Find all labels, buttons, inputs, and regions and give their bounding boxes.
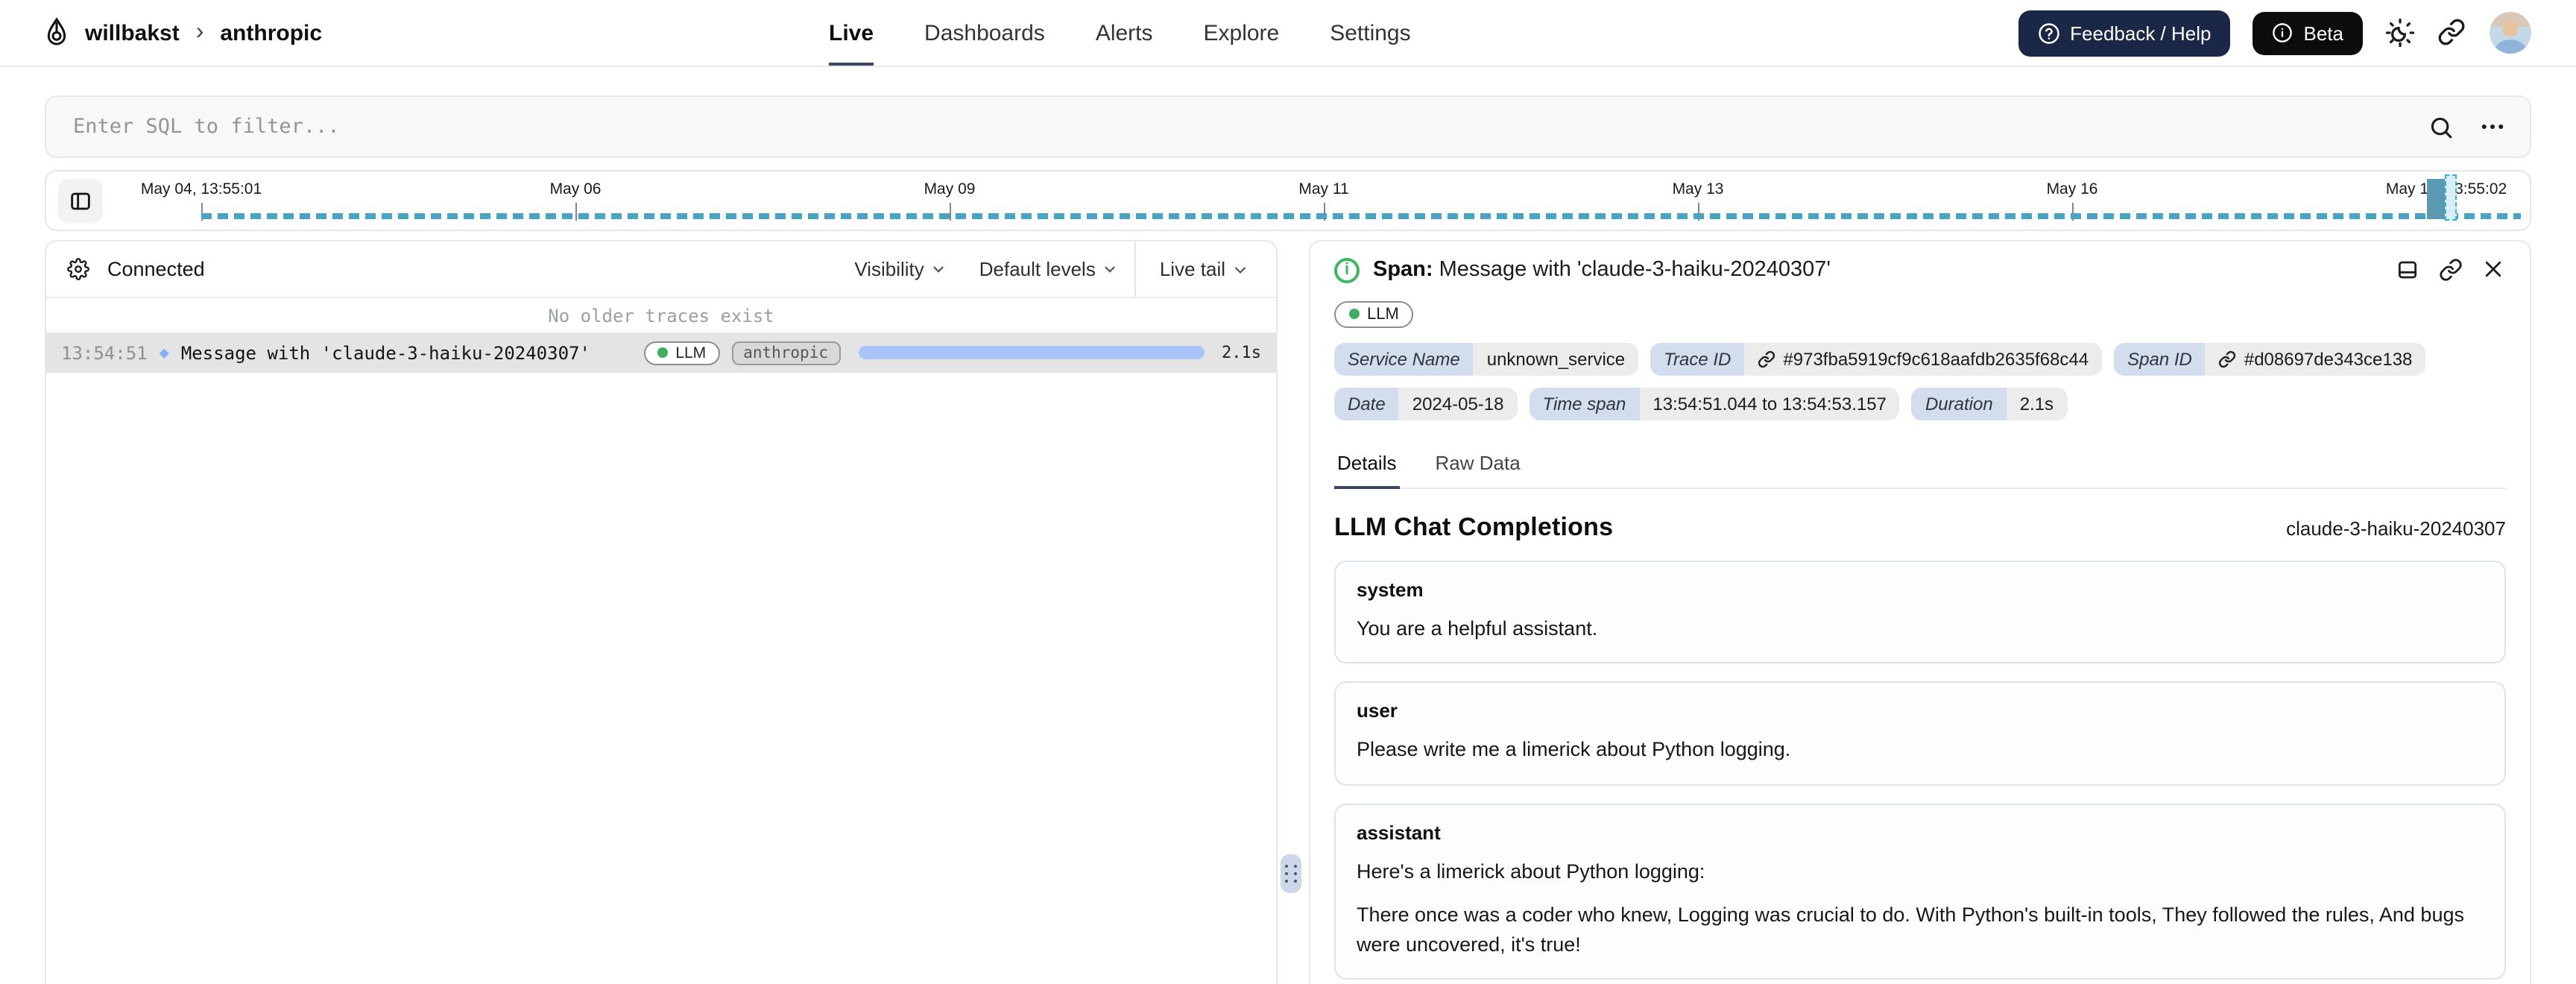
span-title: Span: Message with 'claude-3-haiku-20240… (1373, 258, 1831, 282)
nav-actions: Feedback / Help Beta (2018, 10, 2531, 56)
chevron-down-icon (1231, 260, 1249, 278)
span-detail-panel: i Span: Message with 'claude-3-haiku-202… (1309, 240, 2531, 984)
timeline-tick-label: May 16 (2046, 180, 2098, 198)
service-name-pill: Service Name unknown_service (1334, 342, 1639, 375)
traces-panel-header: Connected Visibility Default levels Live… (46, 242, 1276, 298)
timeline-tick-label: May 09 (924, 180, 976, 198)
tab-live[interactable]: Live (829, 0, 874, 66)
visibility-dropdown[interactable]: Visibility (838, 242, 962, 297)
trace-timestamp: 13:54:51 (61, 342, 148, 363)
timeline-tick-label: May 06 (549, 180, 602, 198)
time-span-pill: Time span 13:54:51.044 to 13:54:53.157 (1529, 387, 1900, 420)
theme-toggle-icon[interactable] (2385, 18, 2415, 48)
message-role: user (1357, 699, 1398, 722)
app-logo-icon[interactable] (42, 16, 72, 49)
breadcrumb: willbakst › anthropic (42, 16, 322, 49)
beta-button[interactable]: Beta (2253, 11, 2363, 54)
share-link-icon[interactable] (2437, 18, 2467, 48)
panel-bottom-icon[interactable] (2396, 258, 2419, 282)
tab-explore[interactable]: Explore (1204, 0, 1280, 66)
sql-filter-bar (45, 95, 2531, 158)
span-diamond-icon: ◆ (159, 343, 169, 362)
green-dot-icon (657, 347, 669, 358)
message-content: You are a helpful assistant. (1357, 616, 1598, 639)
span-header-actions (2396, 258, 2506, 282)
trace-row[interactable]: 13:54:51 ◆ Message with 'claude-3-haiku-… (46, 332, 1276, 373)
timeline-baseline (201, 213, 2521, 219)
trace-id-pill[interactable]: Trace ID #973fba5919cf9c618aafdb2635f68c… (1650, 342, 2103, 375)
timeline-selection-region[interactable] (2445, 174, 2457, 221)
more-options-icon[interactable] (2479, 113, 2506, 140)
message-content: Please write me a limerick about Python … (1357, 738, 1791, 761)
link-icon (2219, 350, 2236, 368)
date-pill: Date 2024-05-18 (1334, 387, 1518, 420)
connection-status: Connected (107, 258, 205, 280)
message-role: assistant (1357, 821, 1441, 844)
default-levels-dropdown[interactable]: Default levels (963, 242, 1134, 297)
breadcrumb-project[interactable]: anthropic (220, 20, 322, 45)
timeline-chart[interactable]: May 04, 13:55:01 May 06 May 09 May 11 Ma… (46, 171, 2530, 230)
no-older-traces-message: No older traces exist (548, 305, 774, 326)
span-meta-row-2: Date 2024-05-18 Time span 13:54:51.044 t… (1334, 387, 2506, 420)
section-title: LLM Chat Completions (1334, 512, 1614, 540)
tab-details[interactable]: Details (1334, 442, 1400, 488)
message-card-user: user Please write me a limerick about Py… (1334, 681, 2506, 786)
help-circle-icon (2037, 22, 2059, 44)
app: willbakst › anthropic Live Dashboards Al… (0, 0, 2576, 984)
panel-resize-handle[interactable] (1281, 854, 1301, 893)
sql-filter-input[interactable] (70, 113, 2428, 140)
timeline-histogram-bar (2427, 179, 2445, 219)
llm-tag-badge: LLM (1334, 300, 1414, 327)
trace-list-controls: Visibility Default levels Live tail (838, 242, 1276, 297)
chevron-down-icon (930, 261, 947, 277)
user-avatar[interactable] (2490, 12, 2531, 54)
info-circle-icon (2273, 22, 2294, 43)
message-card-assistant: assistant Here's a limerick about Python… (1334, 803, 2506, 980)
llm-tag-badge: LLM (644, 341, 720, 365)
scope-badge: anthropic (731, 341, 840, 365)
span-detail-tabs: Details Raw Data (1334, 442, 2506, 488)
green-dot-icon (1349, 309, 1360, 319)
feedback-help-button[interactable]: Feedback / Help (2018, 10, 2231, 56)
duration-pill: Duration 2.1s (1911, 387, 2068, 420)
trace-duration: 2.1s (1222, 343, 1261, 362)
message-content: Here's a limerick about Python logging: … (1357, 860, 2464, 956)
tab-dashboards[interactable]: Dashboards (924, 0, 1045, 66)
panel-left-icon (69, 189, 92, 212)
message-role: system (1357, 578, 1424, 600)
copy-link-icon[interactable] (2439, 258, 2463, 282)
close-icon[interactable] (2482, 258, 2506, 282)
settings-gear-icon[interactable] (67, 258, 89, 280)
content-panels: Connected Visibility Default levels Live… (45, 240, 2531, 984)
timeline-tick-label: May 04, 13:55:01 (140, 180, 262, 198)
span-info-icon: i (1334, 257, 1360, 283)
model-name: claude-3-haiku-20240307 (2286, 517, 2506, 539)
tab-raw-data[interactable]: Raw Data (1433, 442, 1524, 488)
filter-actions (2428, 113, 2506, 140)
span-header: i Span: Message with 'claude-3-haiku-202… (1334, 242, 2506, 298)
message-card-system: system You are a helpful assistant. (1334, 560, 2506, 664)
search-icon[interactable] (2428, 114, 2454, 139)
tab-settings[interactable]: Settings (1330, 0, 1410, 66)
llm-section-header: LLM Chat Completions claude-3-haiku-2024… (1334, 512, 2506, 542)
span-tag-row: LLM (1334, 300, 2506, 327)
live-tail-dropdown[interactable]: Live tail (1134, 242, 1276, 297)
span-id-pill[interactable]: Span ID #d08697de343ce138 (2114, 342, 2426, 375)
top-nav: willbakst › anthropic Live Dashboards Al… (0, 0, 2576, 67)
span-meta-row-1: Service Name unknown_service Trace ID #9… (1334, 342, 2506, 375)
breadcrumb-separator-icon: › (195, 19, 204, 45)
timeline-histogram: May 04, 13:55:01 May 06 May 09 May 11 Ma… (45, 170, 2531, 231)
trace-title: Message with 'claude-3-haiku-20240307' (180, 342, 590, 363)
link-icon (1758, 350, 1775, 368)
tab-alerts[interactable]: Alerts (1096, 0, 1153, 66)
trace-duration-bar (858, 346, 1204, 359)
nav-tabs: Live Dashboards Alerts Explore Settings (829, 0, 1411, 66)
timeline-tick-label: May 11 (1298, 180, 1349, 198)
timeline-tick-label: May 13 (1672, 180, 1724, 198)
chevron-down-icon (1102, 261, 1118, 277)
sidebar-toggle-button[interactable] (58, 178, 103, 223)
traces-panel: Connected Visibility Default levels Live… (45, 240, 1278, 984)
breadcrumb-org[interactable]: willbakst (85, 20, 180, 45)
